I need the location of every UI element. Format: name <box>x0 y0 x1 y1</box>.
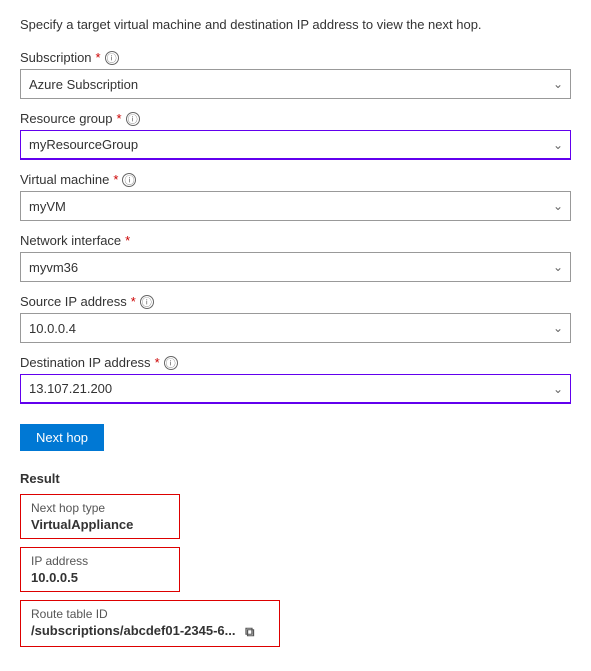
next-hop-type-value: VirtualAppliance <box>31 517 169 532</box>
ip-address-value: 10.0.0.5 <box>31 570 169 585</box>
subscription-dropdown[interactable]: Azure Subscription <box>20 69 571 99</box>
destination-ip-label: Destination IP address * ⓘ <box>20 355 571 370</box>
source-ip-required: * <box>131 294 136 309</box>
resource-group-info-icon[interactable]: ⓘ <box>126 112 140 126</box>
source-ip-info-icon[interactable]: ⓘ <box>140 295 154 309</box>
destination-ip-required: * <box>155 355 160 370</box>
destination-ip-dropdown[interactable]: 13.107.21.200 <box>20 374 571 404</box>
result-section: Result Next hop type VirtualAppliance IP… <box>20 471 571 655</box>
source-ip-label: Source IP address * ⓘ <box>20 294 571 309</box>
virtual-machine-info-icon[interactable]: ⓘ <box>122 173 136 187</box>
resource-group-dropdown-wrapper: myResourceGroup ⌄ <box>20 130 571 160</box>
resource-group-required: * <box>117 111 122 126</box>
subscription-dropdown-wrapper: Azure Subscription ⌄ <box>20 69 571 99</box>
subscription-label: Subscription * ⓘ <box>20 50 571 65</box>
network-interface-dropdown-wrapper: myvm36 ⌄ <box>20 252 571 282</box>
network-interface-required: * <box>125 233 130 248</box>
copy-icon[interactable]: ⧉ <box>245 624 254 640</box>
resource-group-field: Resource group * ⓘ myResourceGroup ⌄ <box>20 111 571 160</box>
result-section-label: Result <box>20 471 571 486</box>
resource-group-label: Resource group * ⓘ <box>20 111 571 126</box>
virtual-machine-dropdown-wrapper: myVM ⌄ <box>20 191 571 221</box>
virtual-machine-dropdown[interactable]: myVM <box>20 191 571 221</box>
next-hop-button[interactable]: Next hop <box>20 424 104 451</box>
subscription-required: * <box>96 50 101 65</box>
virtual-machine-required: * <box>113 172 118 187</box>
destination-ip-info-icon[interactable]: ⓘ <box>164 356 178 370</box>
destination-ip-dropdown-wrapper: 13.107.21.200 ⌄ <box>20 374 571 404</box>
virtual-machine-field: Virtual machine * ⓘ myVM ⌄ <box>20 172 571 221</box>
route-table-id-label: Route table ID <box>31 607 269 621</box>
next-hop-type-label: Next hop type <box>31 501 169 515</box>
source-ip-field: Source IP address * ⓘ 10.0.0.4 ⌄ <box>20 294 571 343</box>
route-table-id-card: Route table ID /subscriptions/abcdef01-2… <box>20 600 280 647</box>
subscription-field: Subscription * ⓘ Azure Subscription ⌄ <box>20 50 571 99</box>
next-hop-type-card: Next hop type VirtualAppliance <box>20 494 180 539</box>
network-interface-field: Network interface * myvm36 ⌄ <box>20 233 571 282</box>
source-ip-dropdown-wrapper: 10.0.0.4 ⌄ <box>20 313 571 343</box>
resource-group-dropdown[interactable]: myResourceGroup <box>20 130 571 160</box>
network-interface-dropdown[interactable]: myvm36 <box>20 252 571 282</box>
virtual-machine-label: Virtual machine * ⓘ <box>20 172 571 187</box>
network-interface-label: Network interface * <box>20 233 571 248</box>
ip-address-card: IP address 10.0.0.5 <box>20 547 180 592</box>
destination-ip-field: Destination IP address * ⓘ 13.107.21.200… <box>20 355 571 404</box>
source-ip-dropdown[interactable]: 10.0.0.4 <box>20 313 571 343</box>
subscription-info-icon[interactable]: ⓘ <box>105 51 119 65</box>
ip-address-label: IP address <box>31 554 169 568</box>
description: Specify a target virtual machine and des… <box>20 16 571 34</box>
route-table-id-value: /subscriptions/abcdef01-2345-6... ⧉ <box>31 623 269 640</box>
